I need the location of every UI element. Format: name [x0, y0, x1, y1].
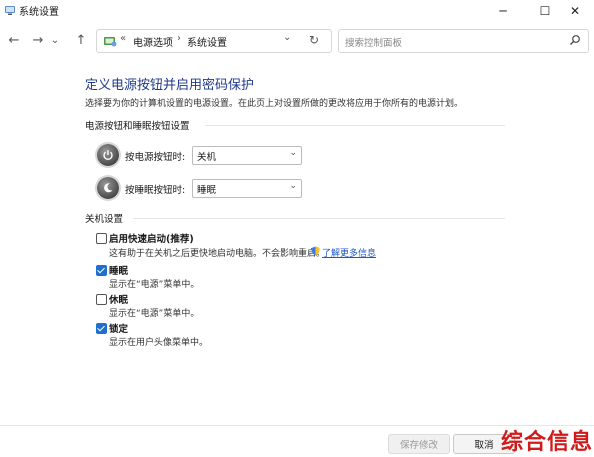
sleep-checkbox[interactable]: [96, 265, 107, 276]
moon-icon: [104, 183, 113, 193]
window-title: 系统设置: [19, 7, 59, 18]
hibernate-option-label[interactable]: 休眠: [109, 292, 128, 306]
lock-option-label[interactable]: 锁定: [109, 321, 128, 335]
sleep-button-action-value: 睡眠: [197, 185, 217, 196]
maximize-icon: ☐: [539, 4, 551, 18]
arrow-right-icon: →: [32, 32, 44, 48]
refresh-icon[interactable]: ↻: [309, 33, 319, 47]
power-button-action-value: 关机: [197, 152, 217, 163]
sleep-button-icon: [97, 177, 119, 199]
save-changes-button[interactable]: 保存修改: [388, 434, 450, 454]
power-button-label: 按电源按钮时:: [125, 152, 186, 163]
forward-button[interactable]: →: [29, 31, 47, 49]
fast-startup-checkbox[interactable]: [96, 233, 107, 244]
search-placeholder: 搜索控制面板: [345, 38, 403, 49]
chevron-down-icon: ⌄: [289, 181, 297, 191]
fast-startup-label[interactable]: 启用快速启动(推荐): [109, 231, 194, 245]
chevron-down-icon: ⌄: [289, 148, 297, 158]
arrow-left-icon: ←: [8, 32, 20, 48]
section-divider: [133, 218, 505, 219]
minimize-button[interactable]: ─: [480, 0, 526, 22]
breadcrumb-item-power-options[interactable]: 电源选项: [133, 34, 173, 49]
sleep-option-description: 显示在“电源”菜单中。: [109, 280, 200, 290]
close-icon: ✕: [569, 4, 581, 18]
breadcrumb-overflow-icon[interactable]: «: [120, 33, 126, 44]
title-bar: 系统设置 ─ ☐ ✕: [0, 0, 594, 26]
power-section-title: 电源按钮和睡眠按钮设置: [85, 121, 190, 132]
section-divider: [205, 125, 505, 126]
control-panel-icon: [5, 6, 15, 15]
sleep-button-label: 按睡眠按钮时:: [125, 185, 186, 196]
hibernate-checkbox[interactable]: [96, 294, 107, 305]
arrow-up-icon: ↑: [75, 32, 87, 48]
learn-more-link[interactable]: 了解更多信息: [322, 246, 376, 259]
search-box[interactable]: 搜索控制面板: [338, 29, 589, 53]
power-symbol-icon: [103, 150, 113, 161]
chevron-down-icon: ⌄: [50, 34, 60, 46]
lock-option-description: 显示在用户头像菜单中。: [109, 338, 209, 348]
breadcrumb-item-system-settings[interactable]: 系统设置: [187, 34, 227, 49]
minimize-icon: ─: [499, 4, 507, 18]
back-button[interactable]: ←: [5, 31, 23, 49]
shutdown-section-title: 关机设置: [85, 214, 124, 225]
power-button-icon: [97, 144, 119, 166]
page-title: 定义电源按钮并启用密码保护: [85, 78, 255, 93]
lock-checkbox[interactable]: [96, 323, 107, 334]
recent-locations-button[interactable]: ⌄: [49, 31, 61, 49]
page-description: 选择要为你的计算机设置的电源设置。在此页上对设置所做的更改将应用于你所有的电源计…: [85, 99, 464, 109]
power-button-action-select[interactable]: 关机 ⌄: [192, 146, 302, 165]
breadcrumb-separator-icon: ›: [177, 33, 181, 44]
shield-icon: [311, 246, 320, 256]
sleep-option-label[interactable]: 睡眠: [109, 263, 128, 277]
address-dropdown-icon[interactable]: ⌄: [283, 32, 291, 43]
watermark-logo: 综合信息: [501, 430, 594, 455]
control-panel-icon: [104, 37, 117, 47]
hibernate-option-description: 显示在“电源”菜单中。: [109, 309, 200, 319]
close-button[interactable]: ✕: [556, 0, 594, 22]
address-bar[interactable]: « 电源选项 › 系统设置 ⌄ ↻: [96, 29, 332, 53]
fast-startup-description: 这有助于在关机之后更快地启动电脑。不会影响重启。: [109, 249, 326, 259]
search-icon: [570, 35, 580, 45]
sleep-button-action-select[interactable]: 睡眠 ⌄: [192, 179, 302, 198]
up-button[interactable]: ↑: [72, 31, 90, 49]
